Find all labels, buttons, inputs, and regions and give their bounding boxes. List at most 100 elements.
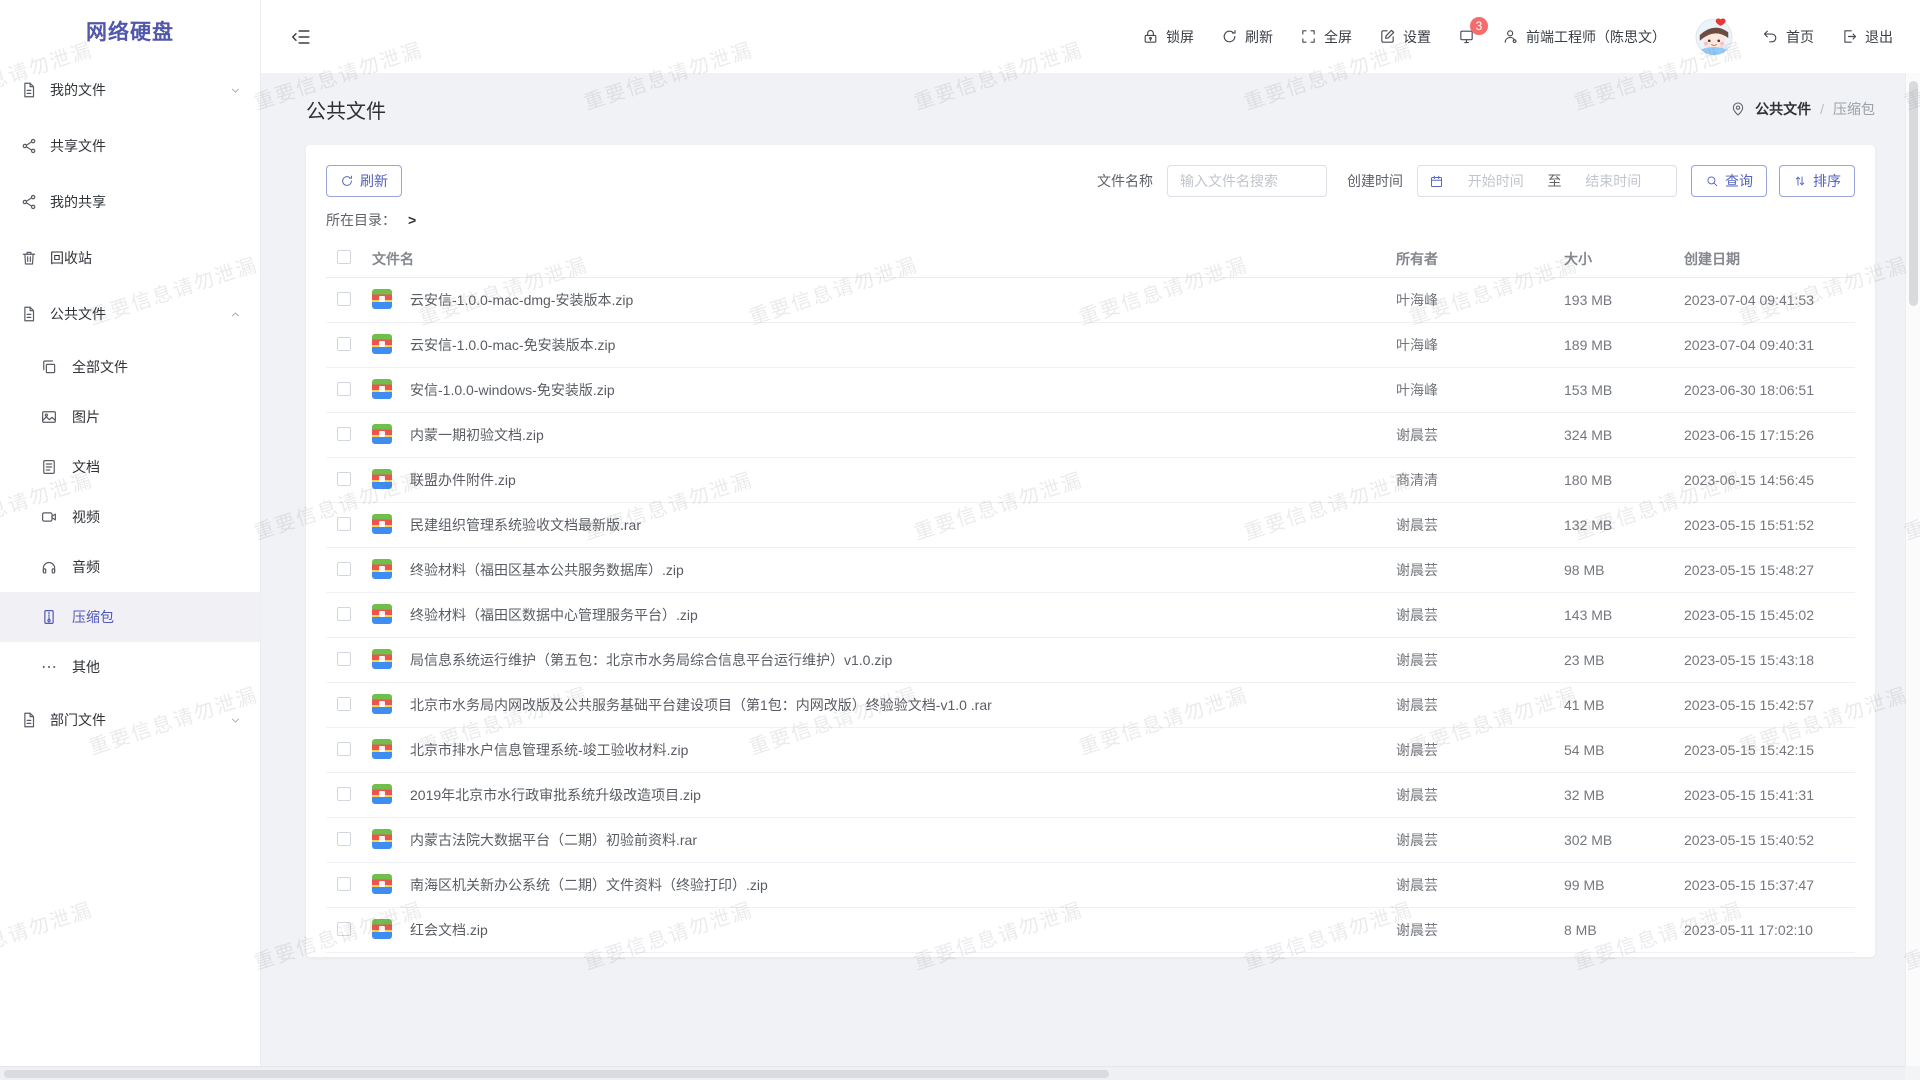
collapse-sidebar-icon[interactable] <box>290 26 312 48</box>
select-all-checkbox[interactable] <box>337 250 351 264</box>
header-action[interactable]: 设置 <box>1379 27 1431 47</box>
row-checkbox[interactable] <box>337 922 351 936</box>
user-menu[interactable]: 前端工程师（陈思文） <box>1502 27 1666 47</box>
row-checkbox[interactable] <box>337 382 351 396</box>
file-size: 41 MB <box>1564 697 1684 713</box>
row-checkbox[interactable] <box>337 337 351 351</box>
file-name[interactable]: 内蒙古法院大数据平台（二期）初验前资料.rar <box>410 830 1396 850</box>
row-checkbox[interactable] <box>337 832 351 846</box>
sidebar-item[interactable]: 部门文件 <box>0 692 260 748</box>
breadcrumb: 公共文件 / 压缩包 <box>1730 99 1875 119</box>
file-owner: 谢晨芸 <box>1396 920 1564 940</box>
sidebar-item[interactable]: 压缩包 <box>0 592 260 642</box>
sidebar-item[interactable]: 其他 <box>0 642 260 692</box>
table-row[interactable]: 安信-1.0.0-windows-免安装版.zip 叶海峰 153 MB 202… <box>326 368 1855 413</box>
table-row[interactable]: 局信息系统运行维护（第五包：北京市水务局综合信息平台运行维护）v1.0.zip … <box>326 638 1855 683</box>
sidebar-item-label: 音频 <box>72 557 100 577</box>
row-checkbox[interactable] <box>337 697 351 711</box>
row-checkbox[interactable] <box>337 742 351 756</box>
file-owner: 谢晨芸 <box>1396 740 1564 760</box>
file-name[interactable]: 北京市水务局内网改版及公共服务基础平台建设项目（第1包：内网改版）终验验文档-v… <box>410 695 1396 715</box>
table-row[interactable]: 终验材料（福田区数据中心管理服务平台）.zip 谢晨芸 143 MB 2023-… <box>326 593 1855 638</box>
row-checkbox[interactable] <box>337 292 351 306</box>
file-name[interactable]: 终验材料（福田区数据中心管理服务平台）.zip <box>410 605 1396 625</box>
row-checkbox[interactable] <box>337 607 351 621</box>
logout-button[interactable]: 退出 <box>1841 27 1893 47</box>
horizontal-scrollbar <box>0 1066 1905 1080</box>
row-checkbox[interactable] <box>337 427 351 441</box>
file-name[interactable]: 2019年北京市水行政审批系统升级改造项目.zip <box>410 785 1396 805</box>
avatar[interactable] <box>1695 18 1733 56</box>
file-name[interactable]: 北京市排水户信息管理系统-竣工验收材料.zip <box>410 740 1396 760</box>
sidebar-item[interactable]: 文档 <box>0 442 260 492</box>
table-row[interactable]: 内蒙一期初验文档.zip 谢晨芸 324 MB 2023-06-15 17:15… <box>326 413 1855 458</box>
header-action-label: 全屏 <box>1324 27 1352 47</box>
home-button[interactable]: 首页 <box>1762 27 1814 47</box>
refresh-button[interactable]: 刷新 <box>326 165 402 197</box>
sidebar-item[interactable]: 公共文件 <box>0 286 260 342</box>
sidebar-item[interactable]: 我的文件 <box>0 62 260 118</box>
table-row[interactable]: 2019年北京市水行政审批系统升级改造项目.zip 谢晨芸 32 MB 2023… <box>326 773 1855 818</box>
file-name[interactable]: 安信-1.0.0-windows-免安装版.zip <box>410 380 1396 400</box>
row-checkbox[interactable] <box>337 562 351 576</box>
table-row[interactable]: 内蒙古法院大数据平台（二期）初验前资料.rar 谢晨芸 302 MB 2023-… <box>326 818 1855 863</box>
sidebar-item[interactable]: 共享文件 <box>0 118 260 174</box>
document-icon <box>20 305 38 323</box>
file-owner: 谢晨芸 <box>1396 785 1564 805</box>
header-action[interactable]: 全屏 <box>1300 27 1352 47</box>
file-created: 2023-06-15 17:15:26 <box>1684 427 1855 443</box>
table-row[interactable]: 云安信-1.0.0-mac-dmg-安装版本.zip 叶海峰 193 MB 20… <box>326 278 1855 323</box>
row-checkbox[interactable] <box>337 787 351 801</box>
vertical-scrollbar-thumb[interactable] <box>1909 81 1918 306</box>
notification-button[interactable]: 3 <box>1458 28 1475 45</box>
table-row[interactable]: 云安信-1.0.0-mac-免安装版本.zip 叶海峰 189 MB 2023-… <box>326 323 1855 368</box>
date-range-picker[interactable]: 开始时间 至 结束时间 <box>1417 165 1677 197</box>
file-name[interactable]: 民建组织管理系统验收文档最新版.rar <box>410 515 1396 535</box>
directory-arrow[interactable]: > <box>408 212 416 228</box>
table-row[interactable]: 北京市水务局内网改版及公共服务基础平台建设项目（第1包：内网改版）终验验文档-v… <box>326 683 1855 728</box>
sort-button[interactable]: 排序 <box>1779 165 1855 197</box>
end-date-placeholder[interactable]: 结束时间 <box>1562 171 1666 191</box>
horizontal-scrollbar-thumb[interactable] <box>4 1070 1109 1078</box>
settings-icon <box>1379 28 1396 45</box>
file-name[interactable]: 南海区机关新办公系统（二期）文件资料（终验打印）.zip <box>410 875 1396 895</box>
sidebar-item-label: 回收站 <box>50 248 92 268</box>
table-row[interactable]: 南海区机关新办公系统（二期）文件资料（终验打印）.zip 谢晨芸 99 MB 2… <box>326 863 1855 908</box>
zip-file-icon <box>372 289 392 309</box>
file-created: 2023-05-15 15:45:02 <box>1684 607 1855 623</box>
query-button[interactable]: 查询 <box>1691 165 1767 197</box>
table-row[interactable]: 终验材料（福田区基本公共服务数据库）.zip 谢晨芸 98 MB 2023-05… <box>326 548 1855 593</box>
chevron-down-icon <box>229 84 242 97</box>
table-row[interactable]: 民建组织管理系统验收文档最新版.rar 谢晨芸 132 MB 2023-05-1… <box>326 503 1855 548</box>
breadcrumb-separator: / <box>1820 101 1824 117</box>
row-checkbox[interactable] <box>337 517 351 531</box>
row-checkbox[interactable] <box>337 652 351 666</box>
file-name[interactable]: 云安信-1.0.0-mac-免安装版本.zip <box>410 335 1396 355</box>
sidebar-item[interactable]: 视频 <box>0 492 260 542</box>
file-name[interactable]: 联盟办件附件.zip <box>410 470 1396 490</box>
file-name[interactable]: 云安信-1.0.0-mac-dmg-安装版本.zip <box>410 290 1396 310</box>
file-name[interactable]: 红会文档.zip <box>410 920 1396 940</box>
sidebar-item-label: 我的文件 <box>50 80 106 100</box>
table-row[interactable]: 红会文档.zip 谢晨芸 8 MB 2023-05-11 17:02:10 <box>326 908 1855 953</box>
header-action[interactable]: 锁屏 <box>1142 27 1194 47</box>
zip-file-icon <box>372 424 392 444</box>
table-row[interactable]: 北京市排水户信息管理系统-竣工验收材料.zip 谢晨芸 54 MB 2023-0… <box>326 728 1855 773</box>
sidebar-item[interactable]: 回收站 <box>0 230 260 286</box>
sidebar-item[interactable]: 图片 <box>0 392 260 442</box>
sidebar-item[interactable]: 全部文件 <box>0 342 260 392</box>
file-name[interactable]: 终验材料（福田区基本公共服务数据库）.zip <box>410 560 1396 580</box>
file-name[interactable]: 内蒙一期初验文档.zip <box>410 425 1396 445</box>
row-checkbox[interactable] <box>337 472 351 486</box>
sidebar-item[interactable]: 我的共享 <box>0 174 260 230</box>
scrollbar-corner <box>1905 1066 1920 1080</box>
sidebar-item[interactable]: 音频 <box>0 542 260 592</box>
filename-search-input[interactable] <box>1167 165 1327 197</box>
row-checkbox[interactable] <box>337 877 351 891</box>
header-action[interactable]: 刷新 <box>1221 27 1273 47</box>
table-row[interactable]: 联盟办件附件.zip 商清清 180 MB 2023-06-15 14:56:4… <box>326 458 1855 503</box>
sidebar-item-label: 我的共享 <box>50 192 106 212</box>
file-name[interactable]: 局信息系统运行维护（第五包：北京市水务局综合信息平台运行维护）v1.0.zip <box>410 650 1396 670</box>
breadcrumb-root[interactable]: 公共文件 <box>1755 99 1811 119</box>
start-date-placeholder[interactable]: 开始时间 <box>1444 171 1548 191</box>
